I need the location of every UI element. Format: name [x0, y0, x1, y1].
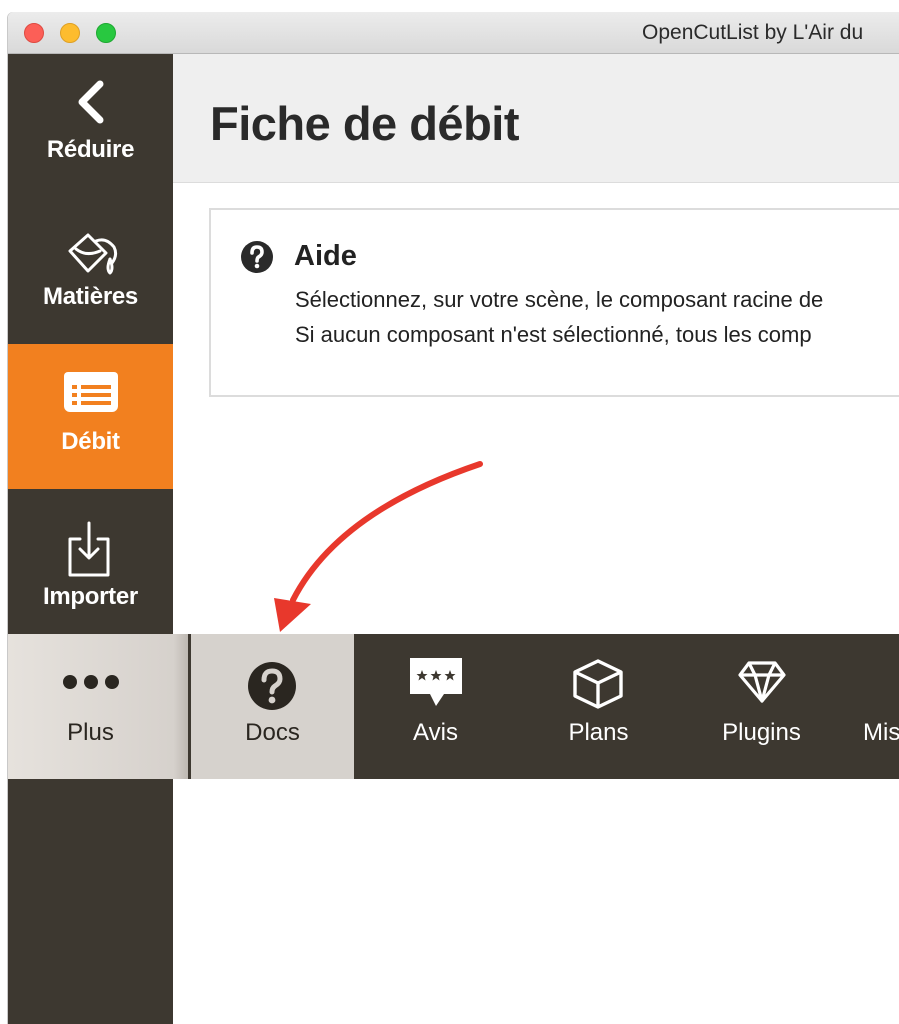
tab-avis[interactable]: Avis — [354, 634, 517, 779]
help-text-line: Sélectionnez, sur votre scène, le compos… — [295, 287, 824, 312]
more-dots-icon — [63, 675, 119, 689]
cube-icon — [573, 659, 623, 709]
sidebar-item-reduire[interactable]: Réduire — [8, 54, 173, 199]
import-icon — [68, 521, 110, 577]
question-circle-icon — [241, 241, 273, 273]
chevron-left-icon — [78, 80, 104, 124]
page-title: Fiche de débit — [210, 97, 520, 150]
tab-label: Plus — [67, 719, 114, 746]
sidebar-item-label: Débit — [61, 428, 120, 455]
tab-plugins[interactable]: Plugins — [680, 634, 843, 779]
paint-bucket-icon — [68, 233, 118, 275]
window-titlebar[interactable]: OpenCutList by L'Air du — [8, 12, 899, 54]
review-bubble-icon — [410, 658, 462, 706]
sidebar-item-matieres[interactable]: Matières — [8, 199, 173, 344]
tab-label: Plans — [568, 719, 629, 746]
tab-label: Plugins — [722, 719, 801, 746]
help-text-line: Si aucun composant n'est sélectionné, to… — [295, 322, 812, 347]
sidebar-item-label: Matières — [43, 283, 138, 310]
sidebar-item-importer[interactable]: Importer — [8, 489, 173, 634]
sidebar-item-debit[interactable]: Débit — [8, 344, 173, 489]
app-window: OpenCutList by L'Air du Réduire Matières — [8, 12, 899, 1024]
tab-label: Docs — [245, 719, 300, 746]
help-title: Aide — [294, 240, 357, 272]
help-panel: Aide Sélectionnez, sur votre scène, le c… — [209, 208, 899, 397]
tab-plus[interactable]: Plus — [8, 634, 188, 779]
tab-label: Avis — [413, 719, 458, 746]
tab-docs[interactable]: Docs — [191, 634, 354, 779]
page-header: Fiche de débit — [173, 54, 899, 183]
sidebar-item-label: Réduire — [46, 136, 135, 163]
tab-plans[interactable]: Plans — [517, 634, 680, 779]
desktop-background — [0, 0, 899, 12]
sidebar-item-label: Importer — [43, 583, 138, 610]
sidebar: Réduire Matières Débit Importer — [8, 54, 173, 1024]
more-menu-bar: Plus Docs Avis Plans Plugins Mis — [8, 634, 899, 779]
window-title: OpenCutList by L'Air du — [642, 21, 864, 44]
cutlist-icon — [64, 372, 118, 412]
diamond-icon — [738, 661, 786, 703]
window-close-button[interactable] — [24, 23, 44, 43]
window-maximize-button[interactable] — [96, 23, 116, 43]
tab-label: Mis — [863, 719, 899, 746]
question-circle-icon — [248, 662, 296, 710]
desktop-background-left — [0, 0, 8, 1024]
tab-mis[interactable]: Mis — [843, 634, 899, 779]
window-minimize-button[interactable] — [60, 23, 80, 43]
